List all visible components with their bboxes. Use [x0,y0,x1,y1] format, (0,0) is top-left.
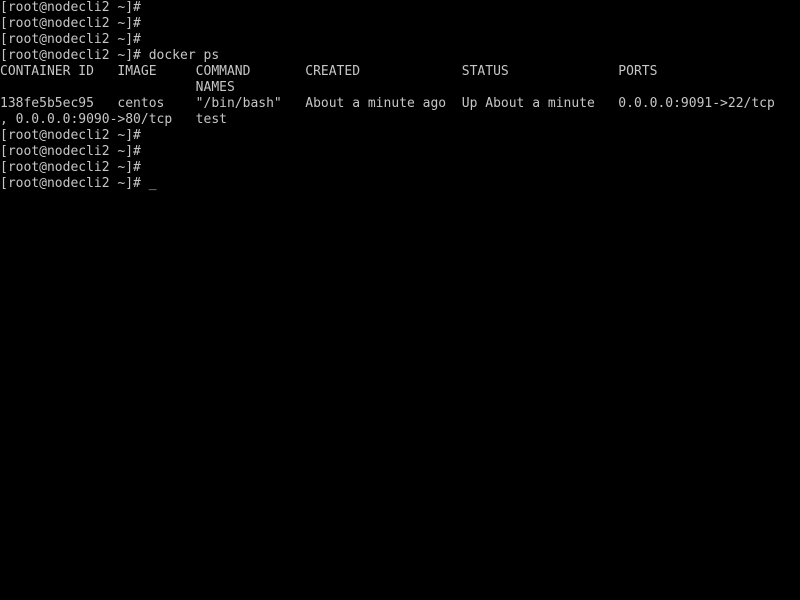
docker-ps-table-row: 138fe5b5ec95 centos "/bin/bash" About a … [0,96,775,111]
active-prompt-text: [root@nodecli2 ~]# [0,176,149,191]
terminal-line-prompt-6: [root@nodecli2 ~]# [0,160,141,175]
terminal-line-prompt-4: [root@nodecli2 ~]# [0,128,141,143]
terminal-screen[interactable]: [root@nodecli2 ~]# [root@nodecli2 ~]# [r… [0,0,800,192]
terminal-line-prompt-active[interactable]: [root@nodecli2 ~]# _ [0,176,800,192]
docker-ps-table-header-wrap: NAMES [0,80,235,95]
terminal-line-command-docker-ps: [root@nodecli2 ~]# docker ps [0,48,220,63]
terminal-line-prompt-2: [root@nodecli2 ~]# [0,16,141,31]
terminal-line-prompt-1: [root@nodecli2 ~]# [0,0,141,15]
docker-ps-table-header: CONTAINER ID IMAGE COMMAND CREATED STATU… [0,64,658,79]
docker-ps-table-row-wrap: , 0.0.0.0:9090->80/tcp test [0,112,227,127]
terminal-window[interactable]: [root@nodecli2 ~]# [root@nodecli2 ~]# [r… [0,0,800,600]
terminal-line-prompt-3: [root@nodecli2 ~]# [0,32,141,47]
terminal-line-prompt-5: [root@nodecli2 ~]# [0,144,141,159]
text-cursor: _ [148,176,157,191]
